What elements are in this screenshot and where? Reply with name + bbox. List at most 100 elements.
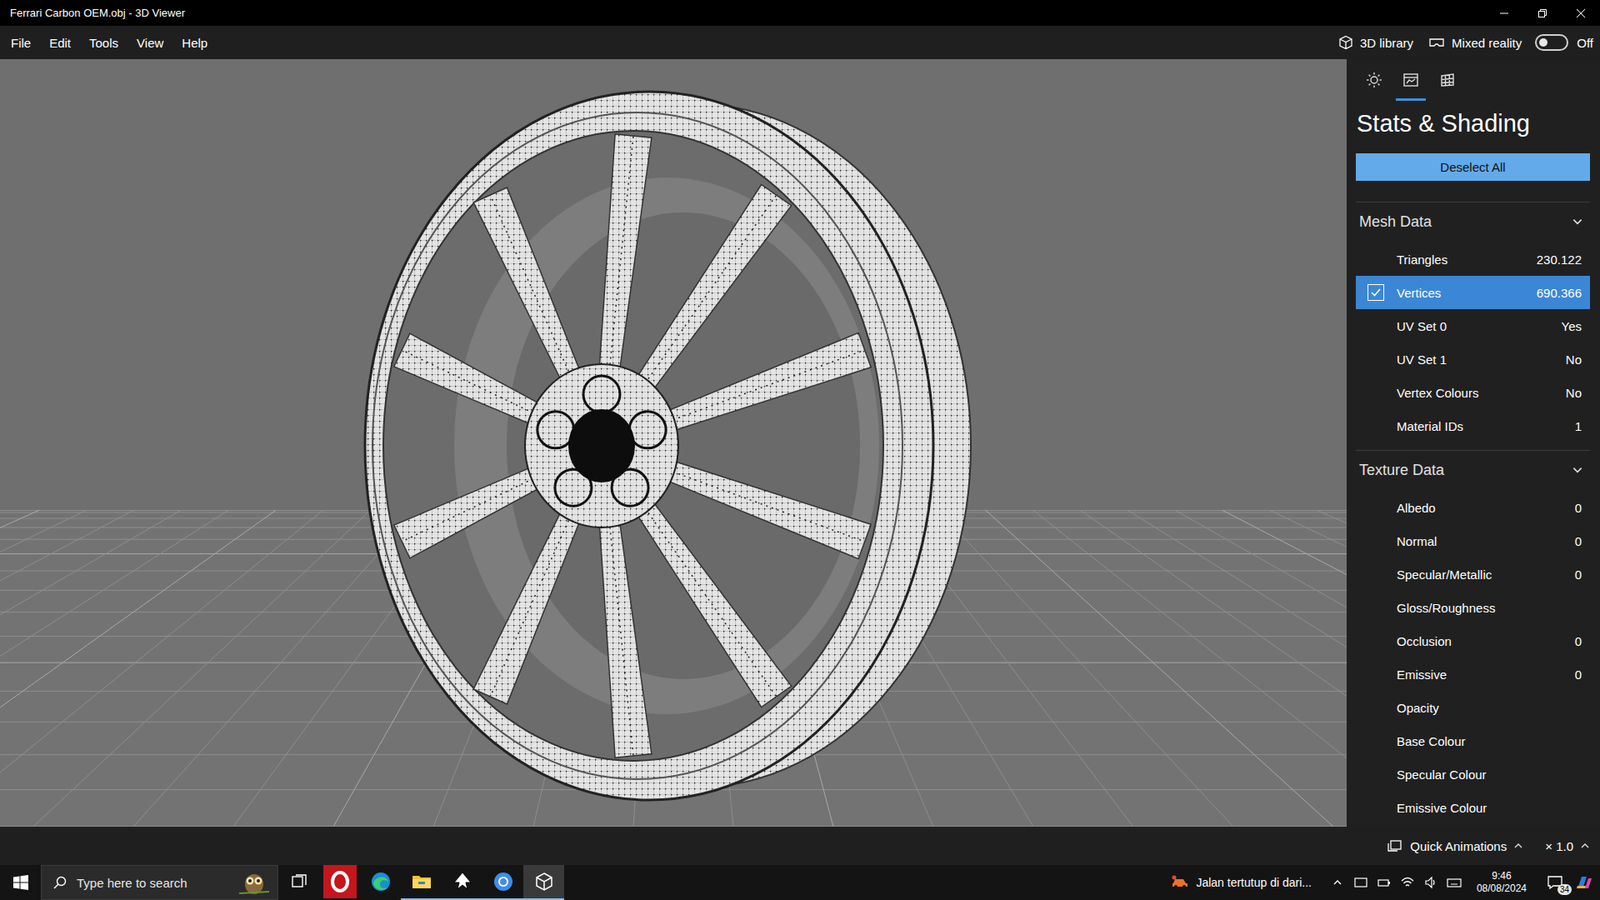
panel-tab[interactable] [1432,59,1463,101]
chevron-up-icon[interactable] [1513,840,1524,851]
taskbar-app[interactable] [523,865,565,900]
row-checkbox[interactable] [1367,565,1385,583]
close-button[interactable] [1561,0,1600,26]
toolbar-right: 3D libraryMixed realityOff [1336,31,1594,54]
row-checkbox[interactable] [1367,284,1385,301]
menu-item[interactable]: Tools [80,30,128,55]
row-value: No [1559,385,1582,400]
viewport[interactable] [0,59,1347,827]
main-area: Stats & Shading Deselect All Mesh DataTria… [0,59,1600,827]
row-checkbox[interactable] [1367,699,1385,716]
chevron-icon[interactable] [1571,215,1584,228]
menu-item[interactable]: View [127,30,173,55]
panel-title: Stats & Shading [1355,108,1590,139]
wheel-model[interactable] [365,91,971,800]
row-checkbox[interactable] [1367,599,1385,616]
row-label: Normal [1396,534,1569,549]
stat-row[interactable]: Emissive Colour [1355,790,1590,825]
row-checkbox[interactable] [1367,632,1385,650]
panel-tabs [1355,59,1590,101]
notification-center[interactable]: 34 [1540,870,1570,895]
stat-row[interactable]: Specular Colour [1355,757,1590,791]
search-box[interactable]: Type here to search [40,865,279,900]
row-value: 230.122 [1530,252,1582,267]
start-button[interactable] [0,865,41,900]
taskbar-app[interactable] [482,865,524,900]
mixed-reality-toggle[interactable] [1535,34,1569,51]
taskbar-app[interactable] [360,865,401,900]
deselect-button[interactable]: Deselect All [1355,153,1590,181]
stat-row[interactable]: Vertex ColoursNo [1355,375,1590,410]
section-divider [1355,201,1590,203]
row-checkbox[interactable] [1367,732,1385,750]
stat-row[interactable]: Normal0 [1355,524,1590,558]
bottom-bar: Quick Animations × 1.0 [0,826,1600,865]
stat-row[interactable]: Gloss/Roughness [1355,590,1590,625]
stat-row[interactable]: UV Set 1No [1355,342,1590,376]
taskbar-app[interactable] [441,865,483,900]
row-checkbox[interactable] [1367,799,1385,816]
search-icon [53,875,67,890]
chevron-up-icon[interactable] [1332,877,1343,888]
notification-badge: 34 [1557,884,1572,895]
input-indicator[interactable] [1445,875,1464,890]
volume-control[interactable] [1421,875,1440,890]
row-checkbox[interactable] [1367,499,1385,516]
minimize-button[interactable] [1485,0,1524,26]
section-title: Texture Data [1359,461,1445,480]
model-viewport-canvas[interactable] [0,59,1347,827]
windows-logo-icon [13,875,29,890]
stat-row[interactable]: UV Set 0Yes [1355,309,1590,343]
lug-nut [583,375,620,413]
row-value: 0 [1568,500,1582,515]
taskbar-app[interactable] [319,865,360,900]
network-status[interactable] [1398,875,1417,890]
clock[interactable]: 9:4608/08/2024 [1468,870,1535,895]
library-button[interactable]: 3D library [1336,31,1415,54]
mixed-reality-button[interactable]: Mixed reality [1426,31,1524,54]
stat-row[interactable]: Vertices690.366 [1355,275,1590,310]
tray-app[interactable] [1351,875,1370,890]
stat-row[interactable]: Albedo0 [1355,490,1590,525]
stat-row[interactable]: Triangles230.122 [1355,242,1590,276]
row-label: Vertices [1396,285,1530,300]
battery-status[interactable] [1375,875,1394,890]
section-header[interactable]: Texture Data [1355,450,1590,490]
stat-row[interactable]: Emissive0 [1355,657,1590,691]
car-icon [1170,875,1190,890]
row-checkbox[interactable] [1367,417,1385,435]
stat-row[interactable]: Opacity [1355,690,1590,725]
system-tray: Jalan tertutup di dari... 9:4608/08/2024 3… [1164,865,1600,900]
menu-item[interactable]: File [1,30,40,55]
stat-row[interactable]: Specular/Metallic0 [1355,557,1590,591]
stats-icon [1402,71,1420,89]
panel-tab[interactable] [1359,59,1390,101]
cube-icon [1338,35,1354,50]
stat-row[interactable]: Base Colour [1355,724,1590,758]
chevron-up-icon[interactable] [1580,840,1590,851]
show-hidden-icons[interactable] [1328,877,1347,888]
row-checkbox[interactable] [1367,665,1385,683]
chevron-icon[interactable] [1571,464,1584,476]
taskbar-app[interactable] [278,865,320,900]
minimize-icon [1500,9,1509,18]
speed-button[interactable]: × 1.0 [1545,839,1590,854]
row-checkbox[interactable] [1367,250,1385,268]
row-checkbox[interactable] [1367,350,1385,368]
taskbar-app[interactable] [400,865,442,900]
row-checkbox[interactable] [1367,765,1385,783]
copilot-button[interactable] [1575,873,1594,892]
section-header[interactable]: Mesh Data [1355,202,1590,241]
quick-animations-button[interactable]: Quick Animations [1386,839,1524,854]
menu-item[interactable]: Help [172,30,217,55]
menu-item[interactable]: Edit [40,30,80,55]
stat-row[interactable]: Material IDs1 [1355,409,1590,443]
traffic-notification[interactable]: Jalan tertutup di dari... [1164,875,1324,890]
row-checkbox[interactable] [1367,384,1385,401]
headset-icon [1428,35,1445,50]
panel-tab[interactable] [1395,59,1426,101]
stat-row[interactable]: Occlusion0 [1355,624,1590,658]
row-checkbox[interactable] [1367,532,1385,550]
restore-button[interactable] [1523,0,1562,26]
row-checkbox[interactable] [1367,317,1385,335]
